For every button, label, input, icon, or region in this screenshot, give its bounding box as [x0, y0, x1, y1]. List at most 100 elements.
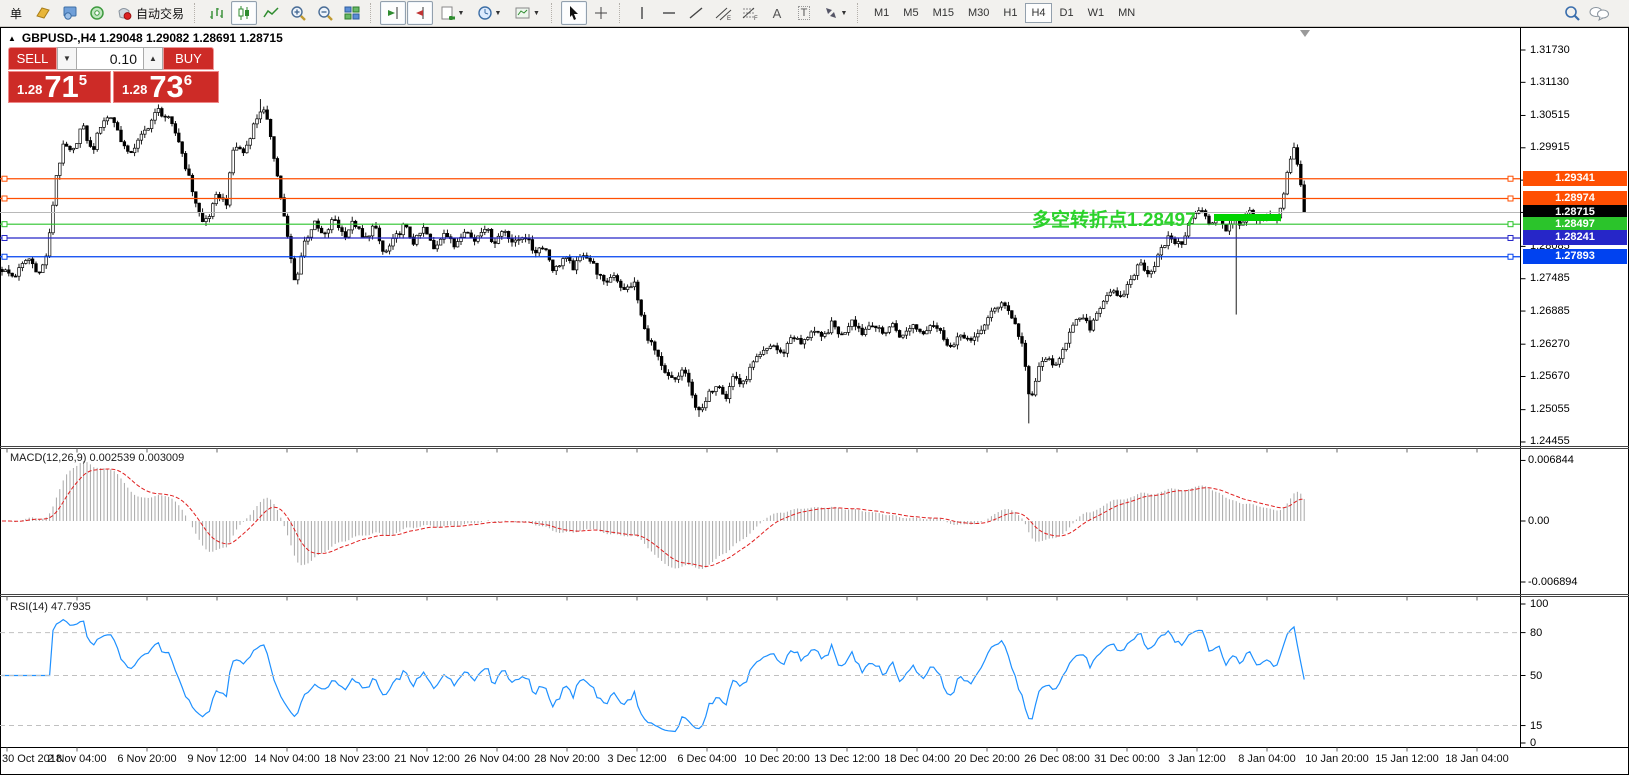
timeframe-h4[interactable]: H4 — [1025, 3, 1051, 23]
date-label-15: 26 Dec 08:00 — [1024, 753, 1089, 765]
candlestick-chart-button[interactable] — [231, 1, 257, 25]
date-label-5: 18 Nov 23:00 — [324, 753, 389, 765]
tile-windows-button[interactable] — [339, 1, 365, 25]
sell-price-prefix: 1.28 — [17, 82, 42, 97]
trendline-icon — [688, 5, 704, 21]
channel-button[interactable]: E — [710, 1, 736, 25]
timeframe-mn[interactable]: MN — [1112, 3, 1141, 23]
zoom-out-button[interactable] — [312, 1, 338, 25]
market-watch-icon — [34, 5, 52, 21]
chart-shift-icon — [411, 5, 429, 21]
crosshair-button[interactable] — [588, 1, 614, 25]
chat-icon — [1588, 5, 1610, 21]
templates-button[interactable]: ▼ — [508, 1, 546, 25]
date-label-13: 18 Dec 04:00 — [884, 753, 949, 765]
green-bar-object[interactable] — [1214, 214, 1281, 221]
price-badge-1.28974: 1.28974 — [1523, 191, 1627, 206]
chart-title-text: GBPUSD-,H4 1.29048 1.29082 1.28691 1.287… — [22, 31, 283, 45]
bar-chart-button[interactable] — [204, 1, 230, 25]
date-label-10: 6 Dec 04:00 — [677, 753, 736, 765]
chart-canvas[interactable] — [0, 0, 1629, 775]
date-label-9: 3 Dec 12:00 — [607, 753, 666, 765]
channel-icon: E — [714, 5, 732, 21]
chart-shift-button[interactable] — [407, 1, 433, 25]
timeframe-m1[interactable]: M1 — [868, 3, 895, 23]
volume-input[interactable] — [77, 47, 143, 70]
buy-price-pip: 6 — [184, 72, 192, 89]
timeframe-m15[interactable]: M15 — [927, 3, 960, 23]
toolbar: 单 自动交易 — [0, 0, 1629, 27]
date-label-18: 8 Jan 04:00 — [1238, 753, 1296, 765]
candlestick-chart-icon — [235, 5, 253, 21]
timeframe-d1[interactable]: D1 — [1054, 3, 1080, 23]
new-order-button[interactable]: 单 — [3, 1, 29, 25]
chart-title: ▲ GBPUSD-,H4 1.29048 1.29082 1.28691 1.2… — [8, 31, 283, 45]
periods-button[interactable]: ▼ — [471, 1, 507, 25]
horizontal-line-icon — [661, 5, 677, 21]
pivot-annotation[interactable]: 多空转折点1.28497 — [1032, 205, 1196, 232]
volume-decrease-button[interactable]: ▼ — [57, 47, 77, 70]
navigator-button[interactable] — [57, 1, 83, 25]
new-order-label: 单 — [10, 5, 22, 22]
price-tick-1.25670: 1.25670 — [1530, 370, 1570, 382]
auto-scroll-button[interactable] — [380, 1, 406, 25]
auto-scroll-icon — [384, 5, 402, 21]
date-label-17: 3 Jan 12:00 — [1168, 753, 1226, 765]
mt4-window: 单 自动交易 — [0, 0, 1629, 775]
toolbar-separator — [194, 3, 199, 23]
svg-text:E: E — [727, 16, 731, 21]
trendline-button[interactable] — [683, 1, 709, 25]
chat-button[interactable] — [1586, 1, 1612, 25]
cursor-button[interactable] — [561, 1, 587, 25]
arrows-icon — [823, 5, 839, 21]
fibonacci-button[interactable]: F — [737, 1, 763, 25]
data-window-button[interactable] — [84, 1, 110, 25]
timeframe-m5[interactable]: M5 — [897, 3, 924, 23]
chevron-down-icon: ▼ — [841, 10, 848, 17]
buy-button[interactable]: BUY — [163, 47, 214, 70]
buy-price-prefix: 1.28 — [122, 82, 147, 97]
sell-price-display[interactable]: 1.28 71 5 — [8, 71, 111, 103]
text-label-button[interactable]: T — [791, 1, 817, 25]
chevron-down-icon: ▼ — [458, 10, 465, 17]
timeframe-w1[interactable]: W1 — [1082, 3, 1111, 23]
text-button[interactable]: A — [764, 1, 790, 25]
price-tick-1.30515: 1.30515 — [1530, 109, 1570, 121]
sell-price-pip: 5 — [79, 72, 87, 89]
tile-windows-icon — [343, 5, 361, 21]
date-label-3: 9 Nov 12:00 — [187, 753, 246, 765]
buy-price-display[interactable]: 1.28 73 6 — [113, 71, 219, 103]
date-label-11: 10 Dec 20:00 — [744, 753, 809, 765]
date-label-1: 2 Nov 04:00 — [47, 753, 106, 765]
market-watch-button[interactable] — [30, 1, 56, 25]
toolbar-separator — [551, 3, 556, 23]
indicators-icon — [440, 5, 456, 21]
autotrading-label: 自动交易 — [136, 5, 184, 22]
timeframe-m30[interactable]: M30 — [962, 3, 995, 23]
autotrading-icon — [116, 5, 132, 21]
timeframe-group: M1M5M15M30H1H4D1W1MN — [867, 3, 1142, 23]
zoom-in-button[interactable] — [285, 1, 311, 25]
search-button[interactable] — [1559, 1, 1585, 25]
date-label-21: 18 Jan 04:00 — [1445, 753, 1509, 765]
date-label-14: 20 Dec 20:00 — [954, 753, 1019, 765]
date-label-12: 13 Dec 12:00 — [814, 753, 879, 765]
price-tick-1.26885: 1.26885 — [1530, 305, 1570, 317]
indicators-button[interactable]: ▼ — [434, 1, 470, 25]
arrows-button[interactable]: ▼ — [818, 1, 852, 25]
vertical-line-button[interactable] — [629, 1, 655, 25]
timeframe-h1[interactable]: H1 — [997, 3, 1023, 23]
autotrading-button[interactable]: 自动交易 — [111, 1, 189, 25]
price-badge-1.28241: 1.28241 — [1523, 230, 1627, 245]
one-click-trade-panel: SELL ▼ ▲ BUY 1.28 71 5 1.28 73 6 — [8, 47, 220, 103]
collapse-arrow-icon: ▲ — [8, 34, 16, 43]
sell-price-big: 71 — [44, 74, 78, 100]
sell-button[interactable]: SELL — [8, 47, 57, 70]
rsi-level-15: 15 — [1530, 720, 1542, 732]
horizontal-line-button[interactable] — [656, 1, 682, 25]
rsi-label: RSI(14) 47.7935 — [10, 601, 91, 613]
templates-icon — [514, 5, 531, 21]
line-chart-button[interactable] — [258, 1, 284, 25]
volume-increase-button[interactable]: ▲ — [143, 47, 163, 70]
macd-tick-0.00: 0.00 — [1528, 515, 1549, 527]
